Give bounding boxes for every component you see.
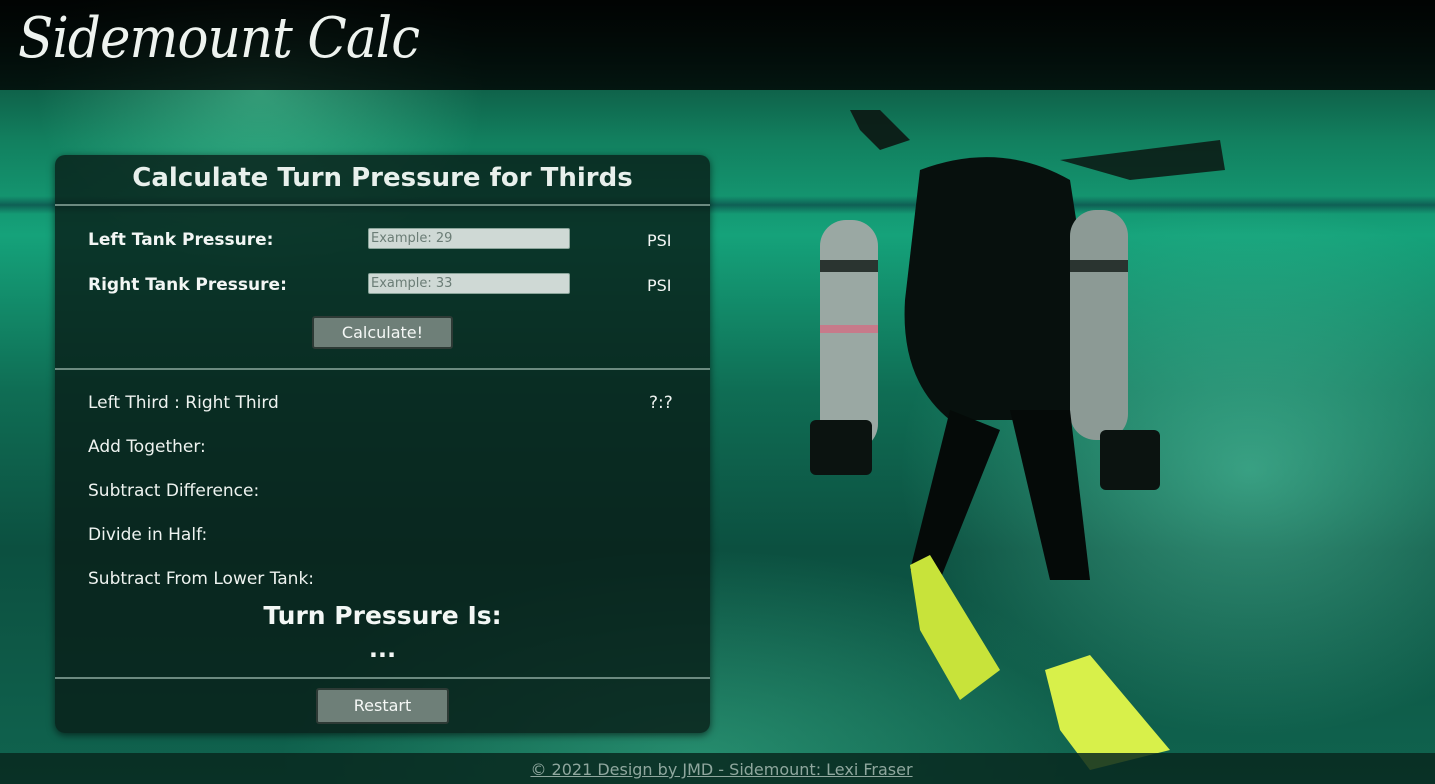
site-logo[interactable]: Sidemount Calc — [18, 6, 420, 71]
thirds-label: Left Third : Right Third — [88, 393, 279, 413]
diver-image — [810, 110, 1225, 770]
footer-credit-link[interactable]: © 2021 Design by JMD - Sidemount: Lexi F… — [530, 760, 912, 779]
subtract-from-lower-tank-label: Subtract From Lower Tank: — [88, 569, 315, 589]
turn-pressure-title: Turn Pressure Is: — [263, 601, 502, 630]
divider — [55, 368, 710, 370]
add-together-label: Add Together: — [88, 437, 206, 457]
left-tank-label: Left Tank Pressure: — [88, 230, 274, 250]
left-tank-unit: PSI — [647, 231, 672, 250]
right-tank-unit: PSI — [647, 276, 672, 295]
site-footer: © 2021 Design by JMD - Sidemount: Lexi F… — [0, 753, 1435, 784]
calculate-button[interactable]: Calculate! — [312, 316, 453, 349]
right-tank-label: Right Tank Pressure: — [88, 275, 287, 295]
panel-title: Calculate Turn Pressure for Thirds — [132, 163, 633, 193]
left-tank-input[interactable] — [368, 228, 570, 249]
turn-pressure-value: ... — [368, 635, 397, 663]
restart-button[interactable]: Restart — [316, 688, 449, 724]
thirds-ratio-value: ?:? — [649, 393, 673, 413]
divide-in-half-label: Divide in Half: — [88, 525, 208, 545]
divider — [55, 204, 710, 206]
right-tank-input[interactable] — [368, 273, 570, 294]
divider — [55, 677, 710, 679]
calculator-panel: Calculate Turn Pressure for Thirds Left … — [55, 155, 710, 733]
subtract-difference-label: Subtract Difference: — [88, 481, 260, 501]
site-header: Sidemount Calc — [0, 0, 1435, 90]
